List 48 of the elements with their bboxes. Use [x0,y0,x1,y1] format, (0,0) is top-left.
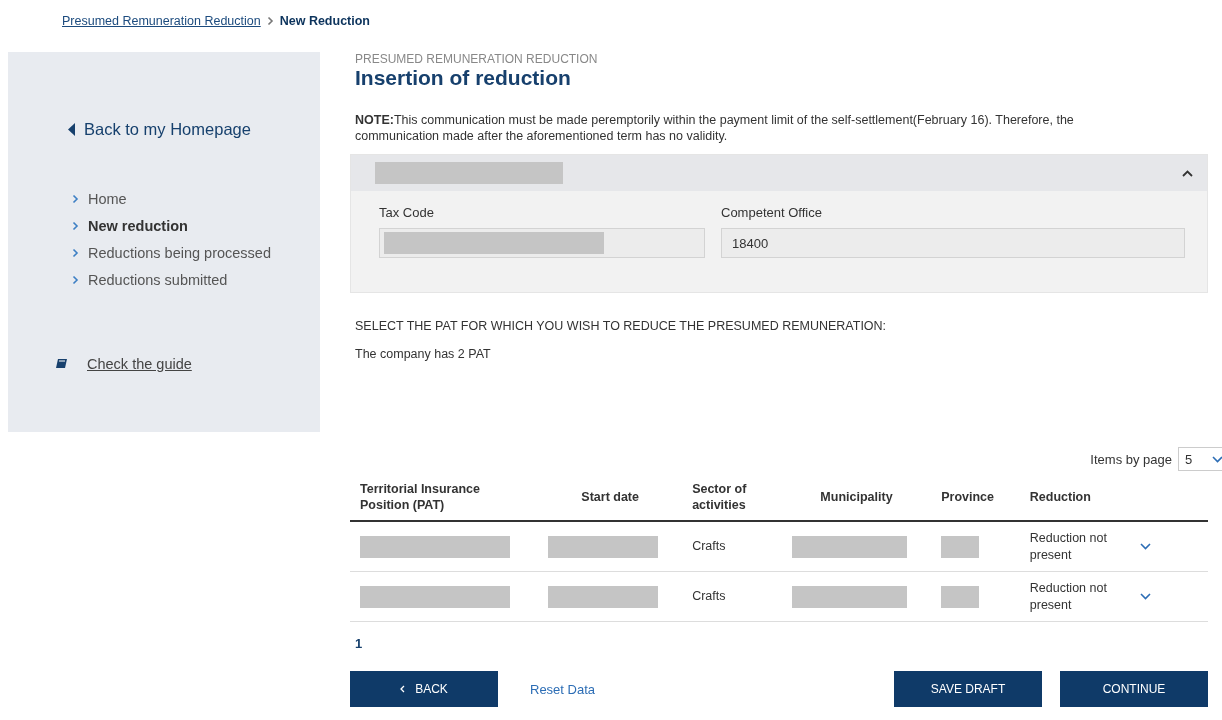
column-header: Reduction [1019,473,1131,521]
field-label: Tax Code [379,205,435,220]
note-text: NOTE:This communication must be made peremptorily within the payment limit of the self-settlement(February 16). Therefore, the communication made after the aforementioned term has no validity. [355,112,1075,144]
sidebar-item[interactable]: Reductions being processed [88,245,271,261]
back-button[interactable]: BACK [350,671,498,707]
chevron-icon [266,16,274,26]
field-label: Competent Office [721,205,823,220]
column-header: Sector of activities [682,473,782,521]
items-per-page-select[interactable]: 5 [1178,447,1222,471]
page-link[interactable]: 1 [355,636,363,651]
continue-button[interactable]: CONTINUE [1060,671,1208,707]
column-header: Start date [538,473,683,521]
back-home-link[interactable]: Back to my Homepage [68,120,320,139]
redacted-bar [941,585,980,608]
chevron-icon [72,275,79,285]
caret-down-icon[interactable] [1212,455,1222,463]
chevron-icon [72,221,79,231]
breadcrumb-link[interactable]: Presumed Remuneration Reduction [62,14,261,28]
column-header: Province [931,473,1020,521]
readonly-field[interactable]: 18400 [721,228,1185,258]
page-title: Insertion of reduction [355,66,572,90]
items-per-page-label: Items by page [1090,451,1172,467]
readonly-field[interactable] [379,228,705,258]
guide-link[interactable]: Check the guide [87,356,192,372]
breadcrumb-current: New Reduction [279,14,370,28]
collapse-icon[interactable] [1182,169,1193,177]
table-cell: Reduction not present [1029,530,1107,562]
column-header: Territorial Insurance Position (PAT) [350,473,539,521]
table-cell: Crafts [692,539,726,553]
chevron-icon [72,248,79,258]
column-header: Municipality [781,473,932,521]
save-draft-button[interactable]: SAVE DRAFT [894,671,1042,707]
book-icon [56,359,67,369]
caret-left-icon [68,123,76,136]
sidebar-item[interactable]: Home [88,191,127,207]
chevron-icon [72,194,79,204]
sidebar-item[interactable]: New reduction [88,218,188,234]
expand-icon[interactable] [1140,543,1152,550]
pat-count: The company has 2 PAT [355,347,492,361]
table-cell: Reduction not present [1029,580,1107,612]
redacted-bar [941,535,980,558]
table-cell: Crafts [692,589,726,603]
reset-link[interactable]: Reset Data [530,681,596,697]
page-overline: PRESUMED REMUNERATION REDUCTION [355,52,599,66]
expand-icon[interactable] [1140,593,1152,600]
chevron-left-icon [400,685,406,693]
select-prompt: SELECT THE PAT FOR WHICH YOU WISH TO REDUCE THE PRESUMED REMUNERATION: [355,319,888,333]
sidebar-item[interactable]: Reductions submitted [88,272,228,288]
